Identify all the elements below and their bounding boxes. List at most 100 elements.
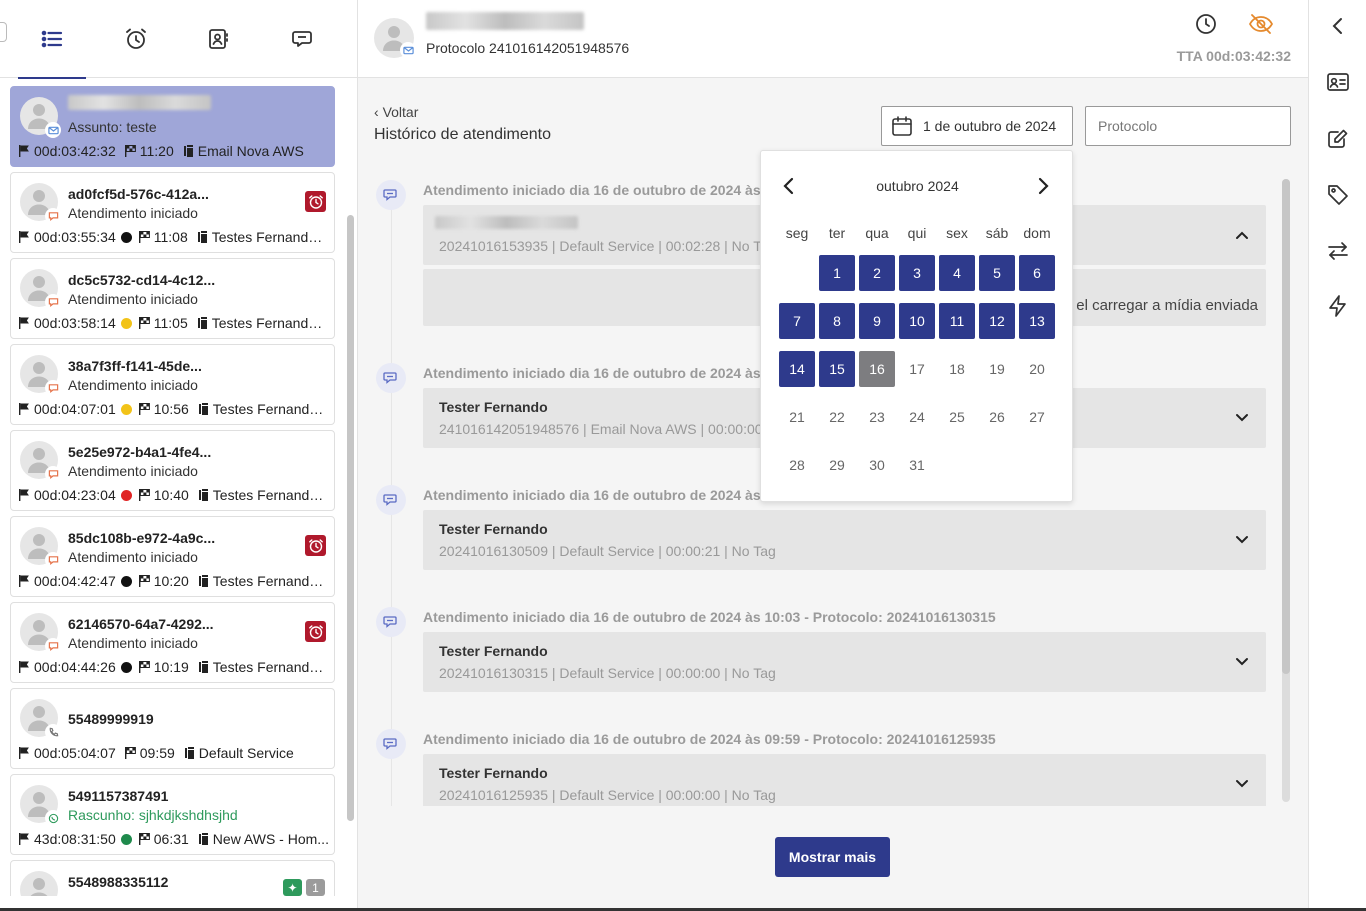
- conversation-card[interactable]: 5548988335112 ✦ 1: [10, 860, 335, 896]
- conversation-card[interactable]: Assunto: teste 00d:03:42:32 11:20 Email …: [10, 86, 335, 167]
- chat-icon: [48, 297, 58, 307]
- conversation-card[interactable]: ad0fcf5d-576c-412a... Atendimento inicia…: [10, 172, 335, 253]
- calendar-day[interactable]: 19: [979, 351, 1015, 387]
- calendar-day[interactable]: 2: [859, 255, 895, 291]
- date-picker-popup: outubro 2024 seg ter qua qui sex sáb dom 1 2 3 4 5 6…: [760, 150, 1073, 502]
- calendar-day[interactable]: 11: [939, 303, 975, 339]
- conversation-card[interactable]: 62146570-64a7-4292... Atendimento inicia…: [10, 602, 335, 683]
- lightning-icon[interactable]: [1326, 294, 1350, 318]
- email-channel-badge: [400, 42, 416, 58]
- avatar: [20, 355, 61, 396]
- calendar-day[interactable]: 4: [939, 255, 975, 291]
- chevron-down-icon[interactable]: [1234, 654, 1250, 670]
- flag-icon: [19, 231, 29, 243]
- calendar-day[interactable]: 12: [979, 303, 1015, 339]
- calendar-day[interactable]: 8: [819, 303, 855, 339]
- tab-alarms[interactable]: [93, 0, 179, 78]
- chevron-down-icon[interactable]: [1234, 532, 1250, 548]
- calendar-day[interactable]: 3: [899, 255, 935, 291]
- media-error-text: el carregar a mídia enviada: [1076, 297, 1258, 314]
- chat-bubbles-icon: [292, 31, 312, 47]
- chevron-left-icon[interactable]: [1326, 14, 1350, 38]
- history-card[interactable]: Tester Fernando 20241016130315 | Default…: [423, 632, 1266, 692]
- calendar-day[interactable]: 28: [779, 447, 815, 483]
- show-more-button[interactable]: Mostrar mais: [775, 837, 890, 877]
- history-details: 20241016130509 | Default Service | 00:00…: [439, 543, 776, 559]
- calendar-day[interactable]: 16: [859, 351, 895, 387]
- contact-card-icon[interactable]: [1326, 70, 1350, 94]
- conversation-status: Atendimento iniciado: [68, 635, 198, 651]
- checkered-flag-icon: [124, 145, 136, 157]
- calendar-day[interactable]: 24: [899, 399, 935, 435]
- calendar-day[interactable]: 10: [899, 303, 935, 339]
- tab-conversation-list[interactable]: [18, 0, 86, 79]
- tab-contacts[interactable]: [175, 0, 261, 78]
- chevron-down-icon[interactable]: [1234, 776, 1250, 792]
- edit-note-icon[interactable]: [1326, 127, 1350, 151]
- conversation-card[interactable]: 85dc108b-e972-4a9c... Atendimento inicia…: [10, 516, 335, 597]
- tag-icon[interactable]: [1326, 183, 1350, 207]
- conversation-card[interactable]: 5491157387491 Rascunho: sjhkdjkshdhsjhd …: [10, 774, 335, 855]
- conversation-card[interactable]: 55489999919 00d:05:04:07 09:59 Default S…: [10, 688, 335, 769]
- queue-icon: [198, 575, 208, 587]
- calendar-day[interactable]: 1: [819, 255, 855, 291]
- calendar-day[interactable]: 25: [939, 399, 975, 435]
- eye-off-icon[interactable]: [1248, 12, 1274, 36]
- collapse-handle[interactable]: [0, 22, 7, 42]
- calendar-icon: [892, 116, 912, 136]
- calendar-day[interactable]: 15: [819, 351, 855, 387]
- calendar-day[interactable]: 26: [979, 399, 1015, 435]
- last-message-time: 10:40: [153, 487, 189, 503]
- page-title: Histórico de atendimento: [374, 126, 551, 143]
- time-open: 43d:08:31:50: [34, 831, 116, 847]
- alarm-clock-icon: [308, 624, 323, 639]
- chevron-up-icon[interactable]: [1234, 227, 1250, 243]
- conversation-list-scrollbar[interactable]: [347, 215, 354, 821]
- calendar-day[interactable]: 18: [939, 351, 975, 387]
- chat-channel-badge: [45, 466, 61, 482]
- history-scrollbar[interactable]: [1282, 179, 1290, 802]
- conversation-card[interactable]: dc5c5732-cd14-4c12... Atendimento inicia…: [10, 258, 335, 339]
- history-item-header: Atendimento iniciado dia 16 de outubro d…: [423, 487, 773, 503]
- history-card[interactable]: Tester Fernando 20241016130509 | Default…: [423, 510, 1266, 570]
- calendar-day[interactable]: 23: [859, 399, 895, 435]
- conversation-card[interactable]: 5e25e972-b4a1-4fe4... Atendimento inicia…: [10, 430, 335, 511]
- history-scrollbar-thumb[interactable]: [1282, 179, 1290, 674]
- clock-icon[interactable]: [1194, 12, 1218, 36]
- conversation-meta: 00d:03:42:32 11:20 Email Nova AWS: [19, 143, 329, 159]
- chat-channel-badge: [45, 380, 61, 396]
- protocol-search-input[interactable]: [1085, 106, 1291, 146]
- conversation-badges: ✦ 1: [283, 879, 325, 896]
- calendar-day[interactable]: 30: [859, 447, 895, 483]
- calendar-day[interactable]: 5: [979, 255, 1015, 291]
- calendar-day[interactable]: 7: [779, 303, 815, 339]
- chevron-down-icon[interactable]: [1234, 410, 1250, 426]
- calendar-day[interactable]: 13: [1019, 303, 1055, 339]
- calendar-day[interactable]: 20: [1019, 351, 1055, 387]
- conversation-meta: 00d:05:04:07 09:59 Default Service: [19, 745, 329, 761]
- whatsapp-icon: [48, 813, 58, 823]
- queue-name: Testes Fernando ...: [211, 229, 329, 245]
- tab-chats[interactable]: [260, 0, 346, 78]
- avatar: [20, 527, 61, 568]
- calendar-day[interactable]: 27: [1019, 399, 1055, 435]
- calendar-day[interactable]: 31: [899, 447, 935, 483]
- date-filter-input[interactable]: 1 de outubro de 2024: [881, 106, 1073, 146]
- history-card[interactable]: Tester Fernando 20241016125935 | Default…: [423, 754, 1266, 806]
- chevron-right-icon[interactable]: [1035, 176, 1051, 196]
- agent-name: Tester Fernando: [439, 399, 548, 415]
- calendar-day[interactable]: 9: [859, 303, 895, 339]
- contact-name: 38a7f3ff-f141-45de...: [68, 358, 202, 374]
- calendar-day[interactable]: 17: [899, 351, 935, 387]
- calendar-day[interactable]: 14: [779, 351, 815, 387]
- calendar-day[interactable]: 22: [819, 399, 855, 435]
- transfer-icon[interactable]: [1326, 239, 1350, 263]
- alarm-clock-icon: [126, 28, 146, 49]
- calendar-day[interactable]: 29: [819, 447, 855, 483]
- contact-name: 62146570-64a7-4292...: [68, 616, 214, 632]
- queue-name: New AWS - Hom...: [212, 831, 329, 847]
- calendar-day[interactable]: 21: [779, 399, 815, 435]
- conversation-card[interactable]: 38a7f3ff-f141-45de... Atendimento inicia…: [10, 344, 335, 425]
- calendar-day[interactable]: 6: [1019, 255, 1055, 291]
- back-link[interactable]: ‹ Voltar: [374, 104, 418, 120]
